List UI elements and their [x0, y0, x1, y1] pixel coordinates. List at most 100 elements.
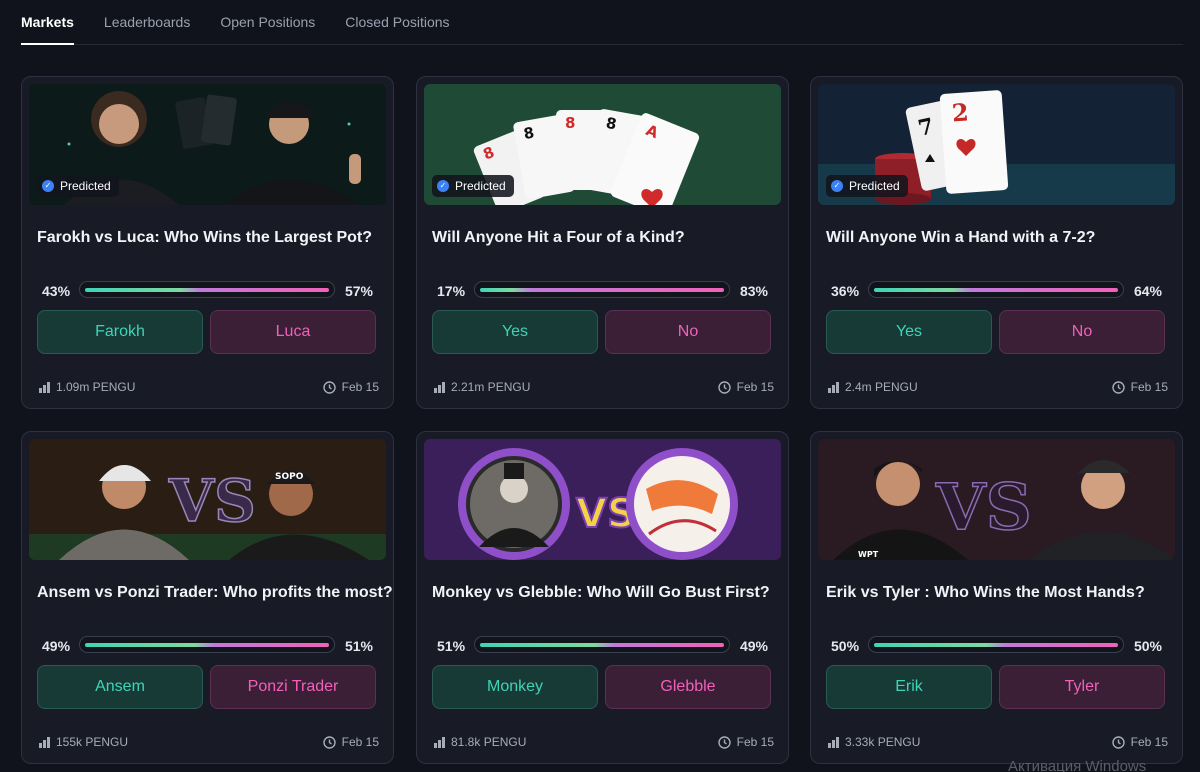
market-image: ✓ Predicted	[29, 84, 386, 205]
odds-bar	[79, 636, 335, 653]
end-date: Feb 15	[322, 735, 379, 749]
tab-closed-positions[interactable]: Closed Positions	[345, 0, 449, 44]
odds-bar-fill	[480, 643, 724, 647]
predicted-badge: ✓ Predicted	[826, 175, 908, 197]
clock-icon	[322, 380, 336, 394]
market-title[interactable]: Monkey vs Glebble: Who Will Go Bust Firs…	[432, 584, 777, 602]
date-text: Feb 15	[341, 380, 379, 394]
no-button[interactable]: Ponzi Trader	[210, 665, 376, 709]
clock-icon	[1111, 735, 1125, 749]
yes-percent: 43%	[42, 283, 71, 299]
volume: 1.09m PENGU	[39, 380, 135, 394]
no-button[interactable]: No	[999, 310, 1165, 354]
clock-icon	[717, 380, 731, 394]
vs-text: VS	[168, 467, 256, 535]
volume: 3.33k PENGU	[828, 735, 920, 749]
date-text: Feb 15	[1130, 380, 1168, 394]
volume-text: 2.21m PENGU	[451, 380, 531, 394]
odds-bar-fill	[85, 288, 329, 292]
yes-button[interactable]: Monkey	[432, 665, 598, 709]
volume: 155k PENGU	[39, 735, 128, 749]
market-title[interactable]: Ansem vs Ponzi Trader: Who profits the m…	[37, 584, 393, 602]
yes-button[interactable]: Yes	[826, 310, 992, 354]
market-card[interactable]: VS SOPO Ansem vs Ponzi Trader: Who profi…	[21, 431, 394, 764]
bar-chart-icon	[828, 381, 839, 393]
market-title[interactable]: Farokh vs Luca: Who Wins the Largest Pot…	[37, 229, 382, 247]
wpt-logo-text: WPT	[858, 550, 879, 559]
yes-button[interactable]: Farokh	[37, 310, 203, 354]
card-rank-text: 8	[565, 114, 575, 132]
clock-icon	[717, 735, 731, 749]
market-title[interactable]: Will Anyone Hit a Four of a Kind?	[432, 229, 777, 247]
predicted-badge: ✓ Predicted	[37, 175, 119, 197]
odds-bar-fill	[85, 643, 329, 647]
bar-chart-icon	[434, 381, 445, 393]
odds-bar	[474, 281, 730, 298]
volume-text: 2.4m PENGU	[845, 380, 918, 394]
yes-percent: 51%	[437, 638, 466, 654]
odds-bar	[868, 281, 1124, 298]
yes-button[interactable]: Yes	[432, 310, 598, 354]
market-image: VS SOPO	[29, 439, 386, 560]
volume-text: 155k PENGU	[56, 735, 129, 749]
end-date: Feb 15	[322, 380, 379, 394]
tab-leaderboards[interactable]: Leaderboards	[104, 0, 190, 44]
end-date: Feb 15	[1111, 735, 1168, 749]
clock-icon	[1111, 380, 1125, 394]
no-button[interactable]: No	[605, 310, 771, 354]
volume: 81.8k PENGU	[434, 735, 526, 749]
yes-button[interactable]: Erik	[826, 665, 992, 709]
no-button[interactable]: Glebble	[605, 665, 771, 709]
bar-chart-icon	[434, 736, 445, 748]
no-percent: 51%	[344, 638, 373, 654]
odds-bar-fill	[874, 288, 1118, 292]
odds-bar	[474, 636, 730, 653]
odds-bar-fill	[480, 288, 724, 292]
odds-bar	[79, 281, 335, 298]
card-rank-text: 2	[951, 97, 970, 127]
no-percent: 49%	[739, 638, 768, 654]
yes-percent: 36%	[831, 283, 860, 299]
check-icon: ✓	[42, 180, 54, 192]
yes-percent: 49%	[42, 638, 71, 654]
market-card[interactable]: WPT VS Erik vs Tyler : Who Wins the Most…	[810, 431, 1183, 764]
no-percent: 57%	[344, 283, 373, 299]
date-text: Feb 15	[736, 735, 774, 749]
market-card[interactable]: ✓ Predicted Farokh vs Luca: Who Wins the…	[21, 76, 394, 409]
badge-label: Predicted	[455, 179, 506, 193]
market-card[interactable]: VS Monkey vs Glebble: Who Will Go Bust F…	[416, 431, 789, 764]
market-card[interactable]: 7 2 ✓ Predicted Will Anyone Win a Hand w…	[810, 76, 1183, 409]
end-date: Feb 15	[717, 735, 774, 749]
badge-label: Predicted	[849, 179, 900, 193]
odds-bar-fill	[874, 643, 1118, 647]
cap-logo-text: SOPO	[275, 472, 304, 482]
volume-text: 3.33k PENGU	[845, 735, 921, 749]
no-percent: 50%	[1133, 638, 1162, 654]
date-text: Feb 15	[341, 735, 379, 749]
check-icon: ✓	[437, 180, 449, 192]
date-text: Feb 15	[736, 380, 774, 394]
no-button[interactable]: Luca	[210, 310, 376, 354]
market-image: VS	[424, 439, 781, 560]
yes-button[interactable]: Ansem	[37, 665, 203, 709]
market-title[interactable]: Erik vs Tyler : Who Wins the Most Hands?	[826, 584, 1171, 602]
vs-text: VS	[935, 470, 1032, 545]
no-button[interactable]: Tyler	[999, 665, 1165, 709]
clock-icon	[322, 735, 336, 749]
yes-percent: 17%	[437, 283, 466, 299]
market-card[interactable]: 8 8 8 8 A ✓ Predicted Will Anyone Hit a …	[416, 76, 789, 409]
market-image: 8 8 8 8 A ✓ Predicted	[424, 84, 781, 205]
market-image: WPT VS	[818, 439, 1175, 560]
market-title[interactable]: Will Anyone Win a Hand with a 7-2?	[826, 229, 1171, 247]
end-date: Feb 15	[717, 380, 774, 394]
volume-text: 1.09m PENGU	[56, 380, 136, 394]
tab-open-positions[interactable]: Open Positions	[220, 0, 315, 44]
volume: 2.4m PENGU	[828, 380, 918, 394]
end-date: Feb 15	[1111, 380, 1168, 394]
market-image: 7 2 ✓ Predicted	[818, 84, 1175, 205]
no-percent: 83%	[739, 283, 768, 299]
bar-chart-icon	[39, 381, 50, 393]
check-icon: ✓	[831, 180, 843, 192]
tab-markets[interactable]: Markets	[21, 0, 74, 45]
odds-bar	[868, 636, 1124, 653]
